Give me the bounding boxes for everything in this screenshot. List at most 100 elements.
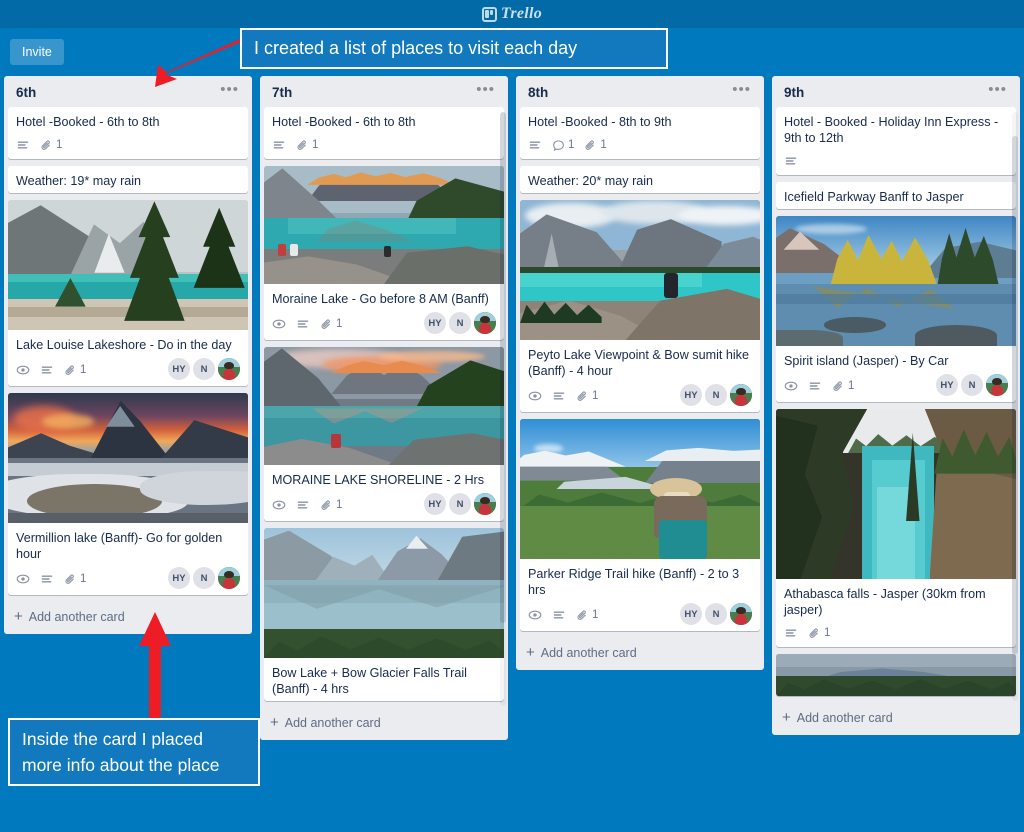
list-menu-icon[interactable]: ••• xyxy=(473,82,498,100)
list-menu-icon[interactable]: ••• xyxy=(729,82,754,100)
attachments-count: 1 xyxy=(336,499,343,511)
avatar[interactable] xyxy=(986,374,1008,396)
add-another-card-button[interactable]: + Add another card xyxy=(516,638,764,670)
card-badges: 1 HY N xyxy=(528,384,752,408)
card-badges: 1 HY N xyxy=(784,374,1008,398)
list-7th: 7th ••• Hotel -Booked - 6th to 8th 1 Moraine… xyxy=(260,76,508,740)
list-title[interactable]: 6th xyxy=(16,85,36,100)
card-members: HY N xyxy=(424,493,496,517)
card-cover-image xyxy=(264,166,504,284)
card-container: Hotel -Booked - 6th to 8th 1 Moraine Lake … xyxy=(260,107,508,708)
annotation-arrow-top xyxy=(155,34,253,87)
add-another-card-button[interactable]: + Add another card xyxy=(4,602,252,634)
list-title[interactable]: 9th xyxy=(784,85,804,100)
watch-badge xyxy=(16,363,30,377)
avatar-initials[interactable]: HY xyxy=(936,374,958,396)
add-another-card-button[interactable]: + Add another card xyxy=(772,703,1020,735)
avatar[interactable] xyxy=(218,358,240,380)
plus-icon: + xyxy=(270,714,279,731)
card[interactable]: Peyto Lake Viewpoint & Bow sumit hike (B… xyxy=(520,200,760,412)
list-menu-icon[interactable]: ••• xyxy=(985,82,1010,100)
avatar[interactable] xyxy=(474,493,496,515)
avatar-initials[interactable]: HY xyxy=(424,493,446,515)
add-another-card-button[interactable]: + Add another card xyxy=(260,708,508,740)
list-scrollbar[interactable] xyxy=(1012,112,1018,701)
card[interactable]: Hotel -Booked - 6th to 8th 1 xyxy=(8,107,248,159)
avatar[interactable] xyxy=(474,312,496,334)
card[interactable]: Vermillion lake (Banff)- Go for golden h… xyxy=(8,393,248,595)
list-scrollbar[interactable] xyxy=(500,112,506,706)
avatar-initials[interactable]: N xyxy=(705,384,727,406)
watch-badge xyxy=(272,498,286,512)
card-title: Weather: 19* may rain xyxy=(16,174,142,188)
card[interactable]: Lake Louise Lakeshore - Do in the day 1 HY… xyxy=(8,200,248,386)
comments-badge: 1 xyxy=(552,139,574,152)
card[interactable]: Hotel - Booked - Holiday Inn Express - 9… xyxy=(776,107,1016,175)
card-title: Peyto Lake Viewpoint & Bow sumit hike (B… xyxy=(528,348,749,378)
watch-badge xyxy=(272,317,286,331)
card-title: Athabasca falls - Jasper (30km from jasp… xyxy=(784,587,986,617)
attachments-count: 1 xyxy=(336,318,343,330)
avatar-initials[interactable]: N xyxy=(449,312,471,334)
attachments-count: 1 xyxy=(824,627,831,639)
trello-board-icon xyxy=(481,6,497,22)
description-badge xyxy=(552,389,566,403)
list-title[interactable]: 7th xyxy=(272,85,292,100)
trello-board-screenshot: Trello Invite 6th ••• Hotel -Booked - 6th … xyxy=(0,0,1024,832)
description-badge xyxy=(272,138,286,152)
attachments-badge: 1 xyxy=(40,139,62,152)
card-members: HY N xyxy=(680,603,752,627)
avatar[interactable] xyxy=(730,603,752,625)
avatar-initials[interactable]: HY xyxy=(680,603,702,625)
avatar-initials[interactable]: N xyxy=(193,567,215,589)
card[interactable] xyxy=(776,654,1016,696)
avatar[interactable] xyxy=(218,567,240,589)
attachments-badge: 1 xyxy=(808,627,830,640)
description-badge xyxy=(808,379,822,393)
annotation-arrow-bottom xyxy=(139,612,171,722)
card-cover-image xyxy=(776,409,1016,579)
card[interactable]: Hotel -Booked - 6th to 8th 1 xyxy=(264,107,504,159)
invite-button[interactable]: Invite xyxy=(10,39,64,65)
avatar-initials[interactable]: HY xyxy=(168,567,190,589)
card-cover-image xyxy=(264,528,504,658)
avatar-initials[interactable]: N xyxy=(705,603,727,625)
card[interactable]: Weather: 19* may rain xyxy=(8,166,248,193)
card[interactable]: Spirit island (Jasper) - By Car 1 HY N xyxy=(776,216,1016,402)
avatar-initials[interactable]: N xyxy=(961,374,983,396)
card-body: Peyto Lake Viewpoint & Bow sumit hike (B… xyxy=(520,340,760,412)
avatar-initials[interactable]: HY xyxy=(168,358,190,380)
card[interactable]: Moraine Lake - Go before 8 AM (Banff) 1 HY… xyxy=(264,166,504,340)
avatar-initials[interactable]: HY xyxy=(680,384,702,406)
watch-badge xyxy=(16,572,30,586)
avatar-initials[interactable]: N xyxy=(449,493,471,515)
card-title: Bow Lake + Bow Glacier Falls Trail (Banf… xyxy=(272,666,467,696)
list-title[interactable]: 8th xyxy=(528,85,548,100)
card[interactable]: Parker Ridge Trail hike (Banff) - 2 to 3… xyxy=(520,419,760,631)
annotation-top: I created a list of places to visit each… xyxy=(240,28,668,69)
description-badge xyxy=(296,498,310,512)
card-members: HY N xyxy=(680,384,752,408)
card[interactable]: Bow Lake + Bow Glacier Falls Trail (Banf… xyxy=(264,528,504,701)
avatar[interactable] xyxy=(730,384,752,406)
card-body: Vermillion lake (Banff)- Go for golden h… xyxy=(8,523,248,595)
list-header: 8th ••• xyxy=(516,76,764,107)
trello-logo[interactable]: Trello xyxy=(481,5,542,23)
list-header: 7th ••• xyxy=(260,76,508,107)
avatar-initials[interactable]: N xyxy=(193,358,215,380)
description-badge xyxy=(296,317,310,331)
watch-badge xyxy=(528,389,542,403)
card-title: Hotel -Booked - 6th to 8th xyxy=(272,115,416,129)
card[interactable]: Athabasca falls - Jasper (30km from jasp… xyxy=(776,409,1016,647)
card-body: Moraine Lake - Go before 8 AM (Banff) 1 HY… xyxy=(264,284,504,340)
card-body: Athabasca falls - Jasper (30km from jasp… xyxy=(776,579,1016,647)
card-members: HY N xyxy=(936,374,1008,398)
card-title: Weather: 20* may rain xyxy=(528,174,654,188)
card[interactable]: MORAINE LAKE SHORELINE - 2 Hrs 1 HY N xyxy=(264,347,504,521)
card-title: Hotel -Booked - 8th to 9th xyxy=(528,115,672,129)
card[interactable]: Icefield Parkway Banff to Jasper xyxy=(776,182,1016,209)
attachments-badge: 1 xyxy=(320,318,342,331)
avatar-initials[interactable]: HY xyxy=(424,312,446,334)
card[interactable]: Weather: 20* may rain xyxy=(520,166,760,193)
card[interactable]: Hotel -Booked - 8th to 9th 1 1 xyxy=(520,107,760,159)
